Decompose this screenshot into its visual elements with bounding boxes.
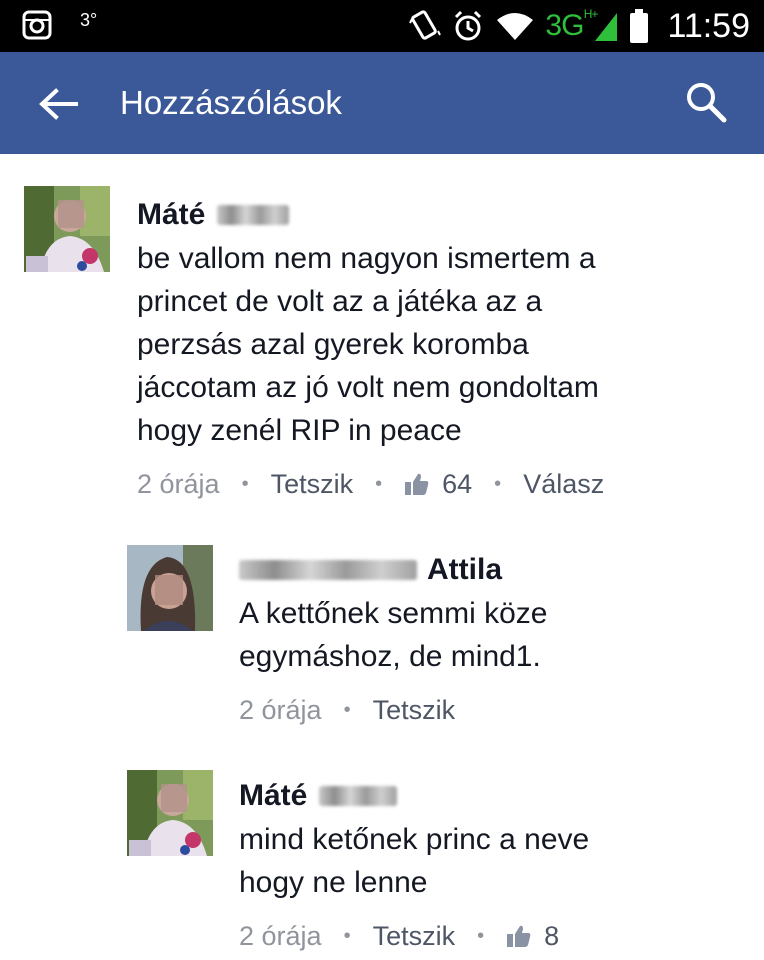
comment-author[interactable]: Attila [239,550,547,590]
like-count: 64 [442,468,473,499]
comment-meta: 2 órája • Tetszik • 8 [239,920,560,952]
comment-author[interactable]: Máté [137,195,604,235]
like-button[interactable]: Tetszik [373,921,456,952]
comment-timestamp: 2 órája [137,468,220,499]
reply-comment: Attila A kettőnek semmi köze egymáshoz, … [0,525,764,740]
blurred-name [217,205,290,225]
reply-button[interactable]: Válasz [523,469,604,500]
wifi-icon [497,13,534,40]
status-bar: 3° 3G H+ 11:59 [0,0,764,52]
avatar[interactable] [24,186,110,272]
comment-text: be vallom nem nagyon ismertem a princet … [137,242,599,447]
like-button[interactable]: Tetszik [271,469,354,500]
comment-text: mind ketőnek princ a neve hogy ne lenne [239,823,590,899]
comment-text: A kettőnek semmi köze egymáshoz, de mind… [239,597,548,673]
like-count: 8 [544,920,560,951]
like-button[interactable]: Tetszik [373,695,456,726]
page-title: Hozzászólások [120,84,342,121]
comment-meta: 2 órája • Tetszik • 64 • Válasz [137,468,605,500]
temperature-indicator: 3° [80,10,98,30]
phone-vibrate-icon [409,10,442,40]
clock: 11:59 [667,6,750,45]
reply-comment: Máté mind ketőnek princ a neve hogy ne l… [0,740,764,960]
search-icon[interactable] [684,80,728,124]
avatar[interactable] [127,545,213,631]
avatar[interactable] [127,770,213,856]
comment-timestamp: 2 órája [239,920,322,951]
blurred-name [239,560,417,580]
back-arrow-icon[interactable] [36,82,80,126]
alarm-icon [455,10,482,41]
app-bar: Hozzászólások [0,52,764,154]
thumbs-up-icon [507,925,531,947]
comment-meta: 2 órája • Tetszik [239,694,456,726]
network-type: 3G H+ [545,7,598,42]
battery-icon [630,9,649,43]
comment: Máté be vallom nem nagyon ismertem a pri… [0,155,764,525]
instagram-icon [22,10,52,40]
blurred-name [319,786,398,806]
comment-author[interactable]: Máté [239,776,589,816]
thumbs-up-icon [405,473,429,495]
comment-timestamp: 2 órája [239,694,322,725]
